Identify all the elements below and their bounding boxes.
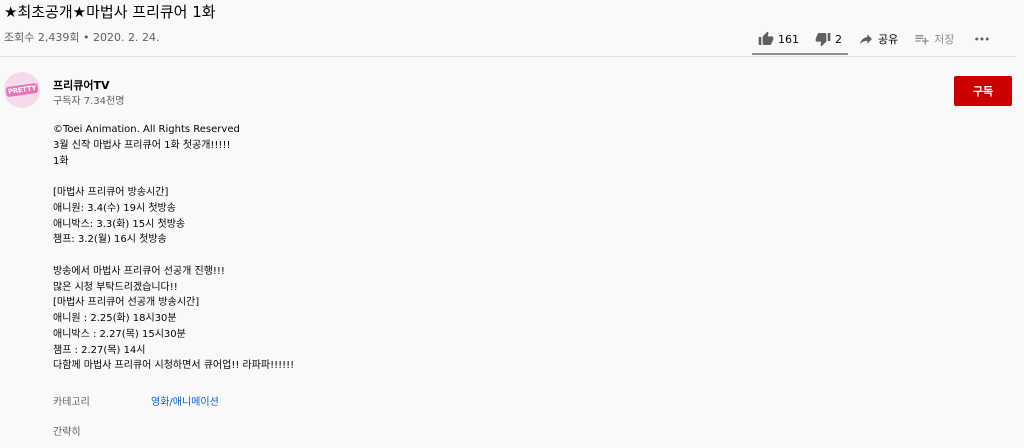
action-bar: 161 2 공유 저장 (752, 26, 991, 52)
thumbs-down-icon (815, 31, 831, 47)
description-line: 애니원: 3.4(수) 19시 첫방송 (53, 202, 176, 214)
dislike-button[interactable]: 2 (815, 27, 842, 51)
channel-avatar[interactable]: PRETTY (4, 72, 40, 108)
section-divider (0, 56, 1016, 57)
description-line: 애니박스: 3.3(화) 15시 첫방송 (53, 218, 186, 230)
video-description: ©Toei Animation. All Rights Reserved 3월 신… (53, 122, 953, 374)
channel-name[interactable]: 프리큐어TV (53, 77, 110, 93)
like-ratio-bar (752, 53, 848, 55)
description-line: 챔프 : 2.27(목) 14시 (53, 344, 146, 356)
description-line: 1화 (53, 155, 69, 167)
like-button[interactable]: 161 (758, 27, 799, 51)
description-line: ©Toei Animation. All Rights Reserved (53, 124, 240, 135)
description-line: 애니원 : 2.25(화) 18시30분 (53, 313, 177, 324)
meta-separator: • (82, 31, 90, 44)
dislike-count: 2 (835, 32, 842, 46)
subscribe-button[interactable]: 구독 (954, 76, 1012, 106)
avatar-logo: PRETTY (5, 82, 39, 98)
more-horizontal-icon (973, 30, 991, 48)
share-arrow-icon (858, 31, 874, 47)
description-line: 3월 신작 마법사 프리큐어 1화 첫공개!!!!! (53, 139, 231, 151)
video-meta: 조회수 2,439회 • 2020. 2. 24. (4, 29, 159, 45)
save-label: 저장 (934, 33, 955, 46)
share-label: 공유 (878, 33, 899, 46)
like-ratio-fill (752, 53, 847, 55)
share-button[interactable]: 공유 (858, 27, 898, 51)
show-less-button[interactable]: 간략히 (53, 423, 81, 438)
save-button[interactable]: 저장 (914, 27, 955, 51)
description-line: 챔프: 3.2(월) 16시 첫방송 (53, 234, 167, 246)
more-actions-button[interactable] (973, 27, 991, 51)
playlist-add-icon (914, 31, 930, 47)
description-line (53, 248, 953, 264)
category-label: 카테고리 (53, 397, 90, 408)
view-count: 조회수 2,439회 (4, 31, 80, 44)
description-line: 방송에서 마법사 프리큐어 선공개 진행!!! (53, 265, 225, 277)
description-line: 다함께 마법사 프리큐어 시청하면서 큐어업!! 라파파!!!!!! (53, 360, 295, 372)
description-line (53, 169, 953, 185)
video-title: ★최초공개★마법사 프리큐어 1화 (4, 3, 216, 21)
like-count: 161 (778, 32, 799, 46)
thumbs-up-icon (758, 31, 774, 47)
subscriber-count: 구독자 7.34천명 (53, 96, 125, 107)
category-link[interactable]: 영화/애니메이션 (151, 393, 219, 408)
upload-date: 2020. 2. 24. (92, 31, 160, 44)
description-line: [마법사 프리큐어 방송시간] (53, 187, 169, 198)
description-line: 많은 시청 부탁드리겠습니다!! (53, 281, 178, 293)
description-line: [마법사 프리큐어 선공개 방송시간] (53, 297, 200, 309)
description-line: 애니박스 : 2.27(목) 15시30분 (53, 328, 186, 340)
